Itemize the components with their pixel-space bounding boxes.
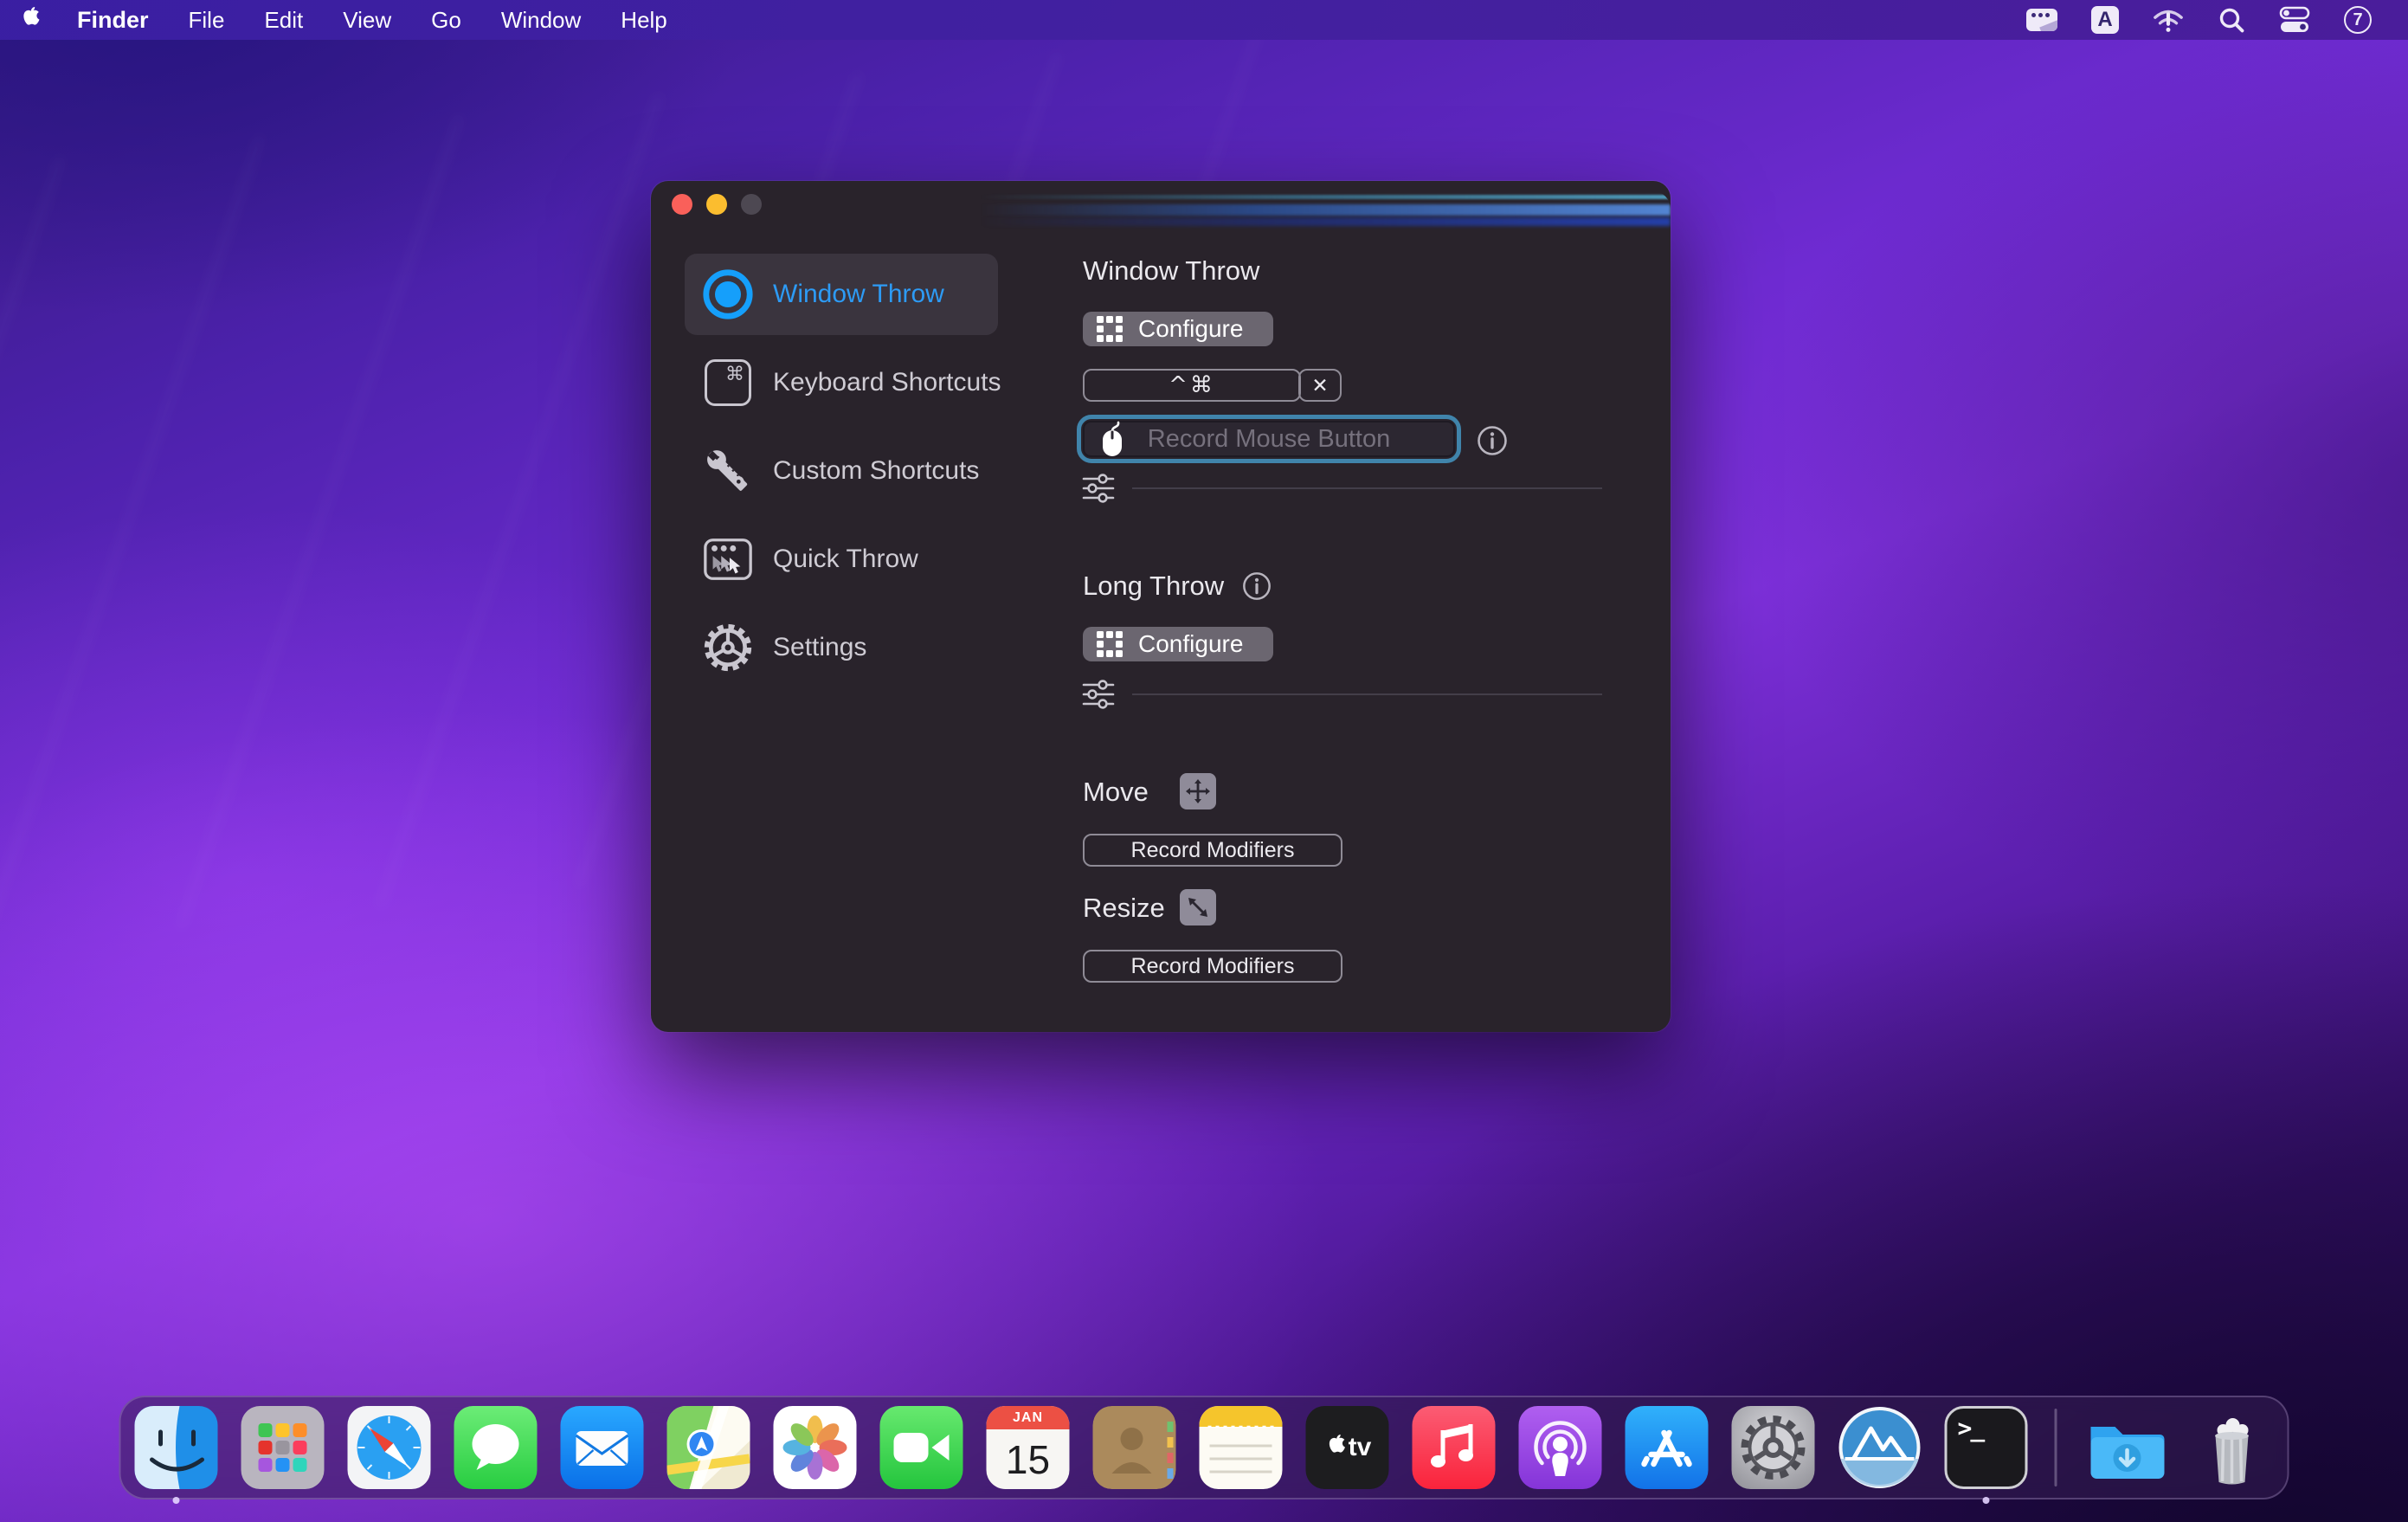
keyboard-viewer-icon[interactable]: [2026, 4, 2057, 35]
record-modifiers-label: Record Modifiers: [1131, 838, 1295, 863]
dock-mountain-app[interactable]: [1838, 1406, 1922, 1489]
section-divider: [1132, 693, 1602, 695]
sidebar-item-window-throw[interactable]: Window Throw: [685, 254, 998, 335]
resize-label: Resize: [1083, 893, 1165, 924]
desktop: Finder File Edit View Go Window Help A: [0, 0, 2408, 1522]
mouse-icon: [1097, 420, 1128, 458]
dock-safari[interactable]: [348, 1406, 431, 1489]
menu-file[interactable]: File: [169, 0, 245, 40]
sidebar-item-keyboard-shortcuts[interactable]: ⌘ Keyboard Shortcuts: [685, 342, 998, 423]
dock-terminal[interactable]: >_: [1945, 1406, 2028, 1489]
terminal-prompt: >_: [1958, 1414, 1984, 1442]
menubar-app-name[interactable]: Finder: [57, 0, 169, 40]
menu-window[interactable]: Window: [481, 0, 601, 40]
dock-messages[interactable]: [454, 1406, 538, 1489]
close-button[interactable]: [672, 194, 692, 215]
ring-icon: [700, 267, 756, 322]
dock-calendar[interactable]: JAN 15: [987, 1406, 1070, 1489]
dock-tv[interactable]: tv: [1306, 1406, 1389, 1489]
resize-icon: [1180, 889, 1216, 925]
sidebar-label: Custom Shortcuts: [773, 456, 979, 486]
minimize-button[interactable]: [706, 194, 727, 215]
input-source-icon[interactable]: A: [2089, 4, 2121, 35]
shortcut-value: ^⌘: [1169, 372, 1215, 398]
advanced-options-sliders-icon[interactable]: [1081, 677, 1116, 712]
command-key-icon: ⌘: [700, 355, 756, 410]
grid-icon: [1097, 631, 1123, 657]
clear-shortcut-button[interactable]: ✕: [1298, 369, 1342, 402]
dock-launchpad[interactable]: [241, 1406, 325, 1489]
cursors-window-icon: [700, 532, 756, 587]
dock-downloads-folder[interactable]: [2084, 1406, 2167, 1489]
dock-facetime[interactable]: [880, 1406, 963, 1489]
dock-podcasts[interactable]: [1519, 1406, 1602, 1489]
apple-logo-icon: [1323, 1435, 1346, 1461]
close-icon: ✕: [1311, 374, 1328, 397]
keyboard-shortcut-field[interactable]: ^⌘: [1083, 369, 1301, 402]
dock-contacts[interactable]: [1093, 1406, 1176, 1489]
dock-divider: [2055, 1409, 2057, 1487]
long-throw-title: Long Throw: [1083, 571, 1224, 602]
zoom-button-disabled[interactable]: [741, 194, 762, 215]
sidebar-label: Keyboard Shortcuts: [773, 368, 1001, 397]
ruler-wrench-icon: [700, 443, 756, 499]
spotlight-search-icon[interactable]: [2216, 4, 2247, 35]
running-indicator: [173, 1497, 180, 1504]
record-mouse-button-field[interactable]: Record Mouse Button: [1077, 415, 1461, 463]
move-label: Move: [1083, 777, 1149, 808]
sidebar-label: Window Throw: [773, 280, 944, 309]
gear-icon: [700, 620, 756, 675]
record-mouse-placeholder: Record Mouse Button: [1085, 425, 1453, 454]
section-divider: [1132, 487, 1602, 489]
menu-bar: Finder File Edit View Go Window Help A: [0, 0, 2408, 40]
circled-7-icon[interactable]: 7: [2342, 4, 2373, 35]
dock-finder[interactable]: [135, 1406, 218, 1489]
dock: JAN 15: [119, 1396, 2289, 1499]
window-throw-configure-button[interactable]: Configure: [1083, 312, 1273, 346]
configure-label: Configure: [1138, 630, 1243, 658]
sidebar-label: Settings: [773, 633, 866, 662]
calendar-day: 15: [987, 1429, 1070, 1489]
sidebar-item-custom-shortcuts[interactable]: Custom Shortcuts: [685, 430, 998, 512]
record-modifiers-label: Record Modifiers: [1131, 954, 1295, 979]
dock-mail[interactable]: [561, 1406, 644, 1489]
sidebar-label: Quick Throw: [773, 545, 918, 574]
dock-maps[interactable]: [667, 1406, 750, 1489]
grid-icon: [1097, 316, 1123, 342]
dock-notes[interactable]: [1200, 1406, 1283, 1489]
dock-app-store[interactable]: [1626, 1406, 1709, 1489]
dock-photos[interactable]: [774, 1406, 857, 1489]
info-icon[interactable]: [1476, 424, 1509, 457]
dock-music[interactable]: [1413, 1406, 1496, 1489]
move-icon: [1180, 773, 1216, 809]
advanced-options-sliders-icon[interactable]: [1081, 471, 1116, 506]
app-window: Window Throw ⌘ Keyboard Shortcuts: [651, 181, 1671, 1032]
long-throw-configure-button[interactable]: Configure: [1083, 627, 1273, 661]
dock-trash[interactable]: [2191, 1406, 2274, 1489]
menu-view[interactable]: View: [323, 0, 411, 40]
sidebar-item-settings[interactable]: Settings: [685, 607, 998, 688]
menu-go[interactable]: Go: [411, 0, 481, 40]
tv-label: tv: [1349, 1433, 1372, 1462]
move-record-modifiers-button[interactable]: Record Modifiers: [1083, 834, 1342, 867]
titlebar-light-streaks: [980, 191, 1671, 229]
control-center-icon[interactable]: [2279, 4, 2310, 35]
apple-logo-icon: [17, 7, 40, 33]
menu-edit[interactable]: Edit: [244, 0, 323, 40]
calendar-month: JAN: [987, 1406, 1070, 1429]
dock-system-preferences[interactable]: [1732, 1406, 1815, 1489]
running-indicator: [1983, 1497, 1990, 1504]
apple-menu[interactable]: [0, 7, 57, 33]
window-throw-title: Window Throw: [1083, 255, 1259, 287]
sidebar-item-quick-throw[interactable]: Quick Throw: [685, 519, 998, 600]
wifi-alert-icon[interactable]: [2153, 4, 2184, 35]
configure-label: Configure: [1138, 315, 1243, 343]
info-icon[interactable]: [1241, 571, 1272, 602]
resize-record-modifiers-button[interactable]: Record Modifiers: [1083, 950, 1342, 983]
window-titlebar[interactable]: [651, 181, 1671, 250]
menu-help[interactable]: Help: [601, 0, 686, 40]
